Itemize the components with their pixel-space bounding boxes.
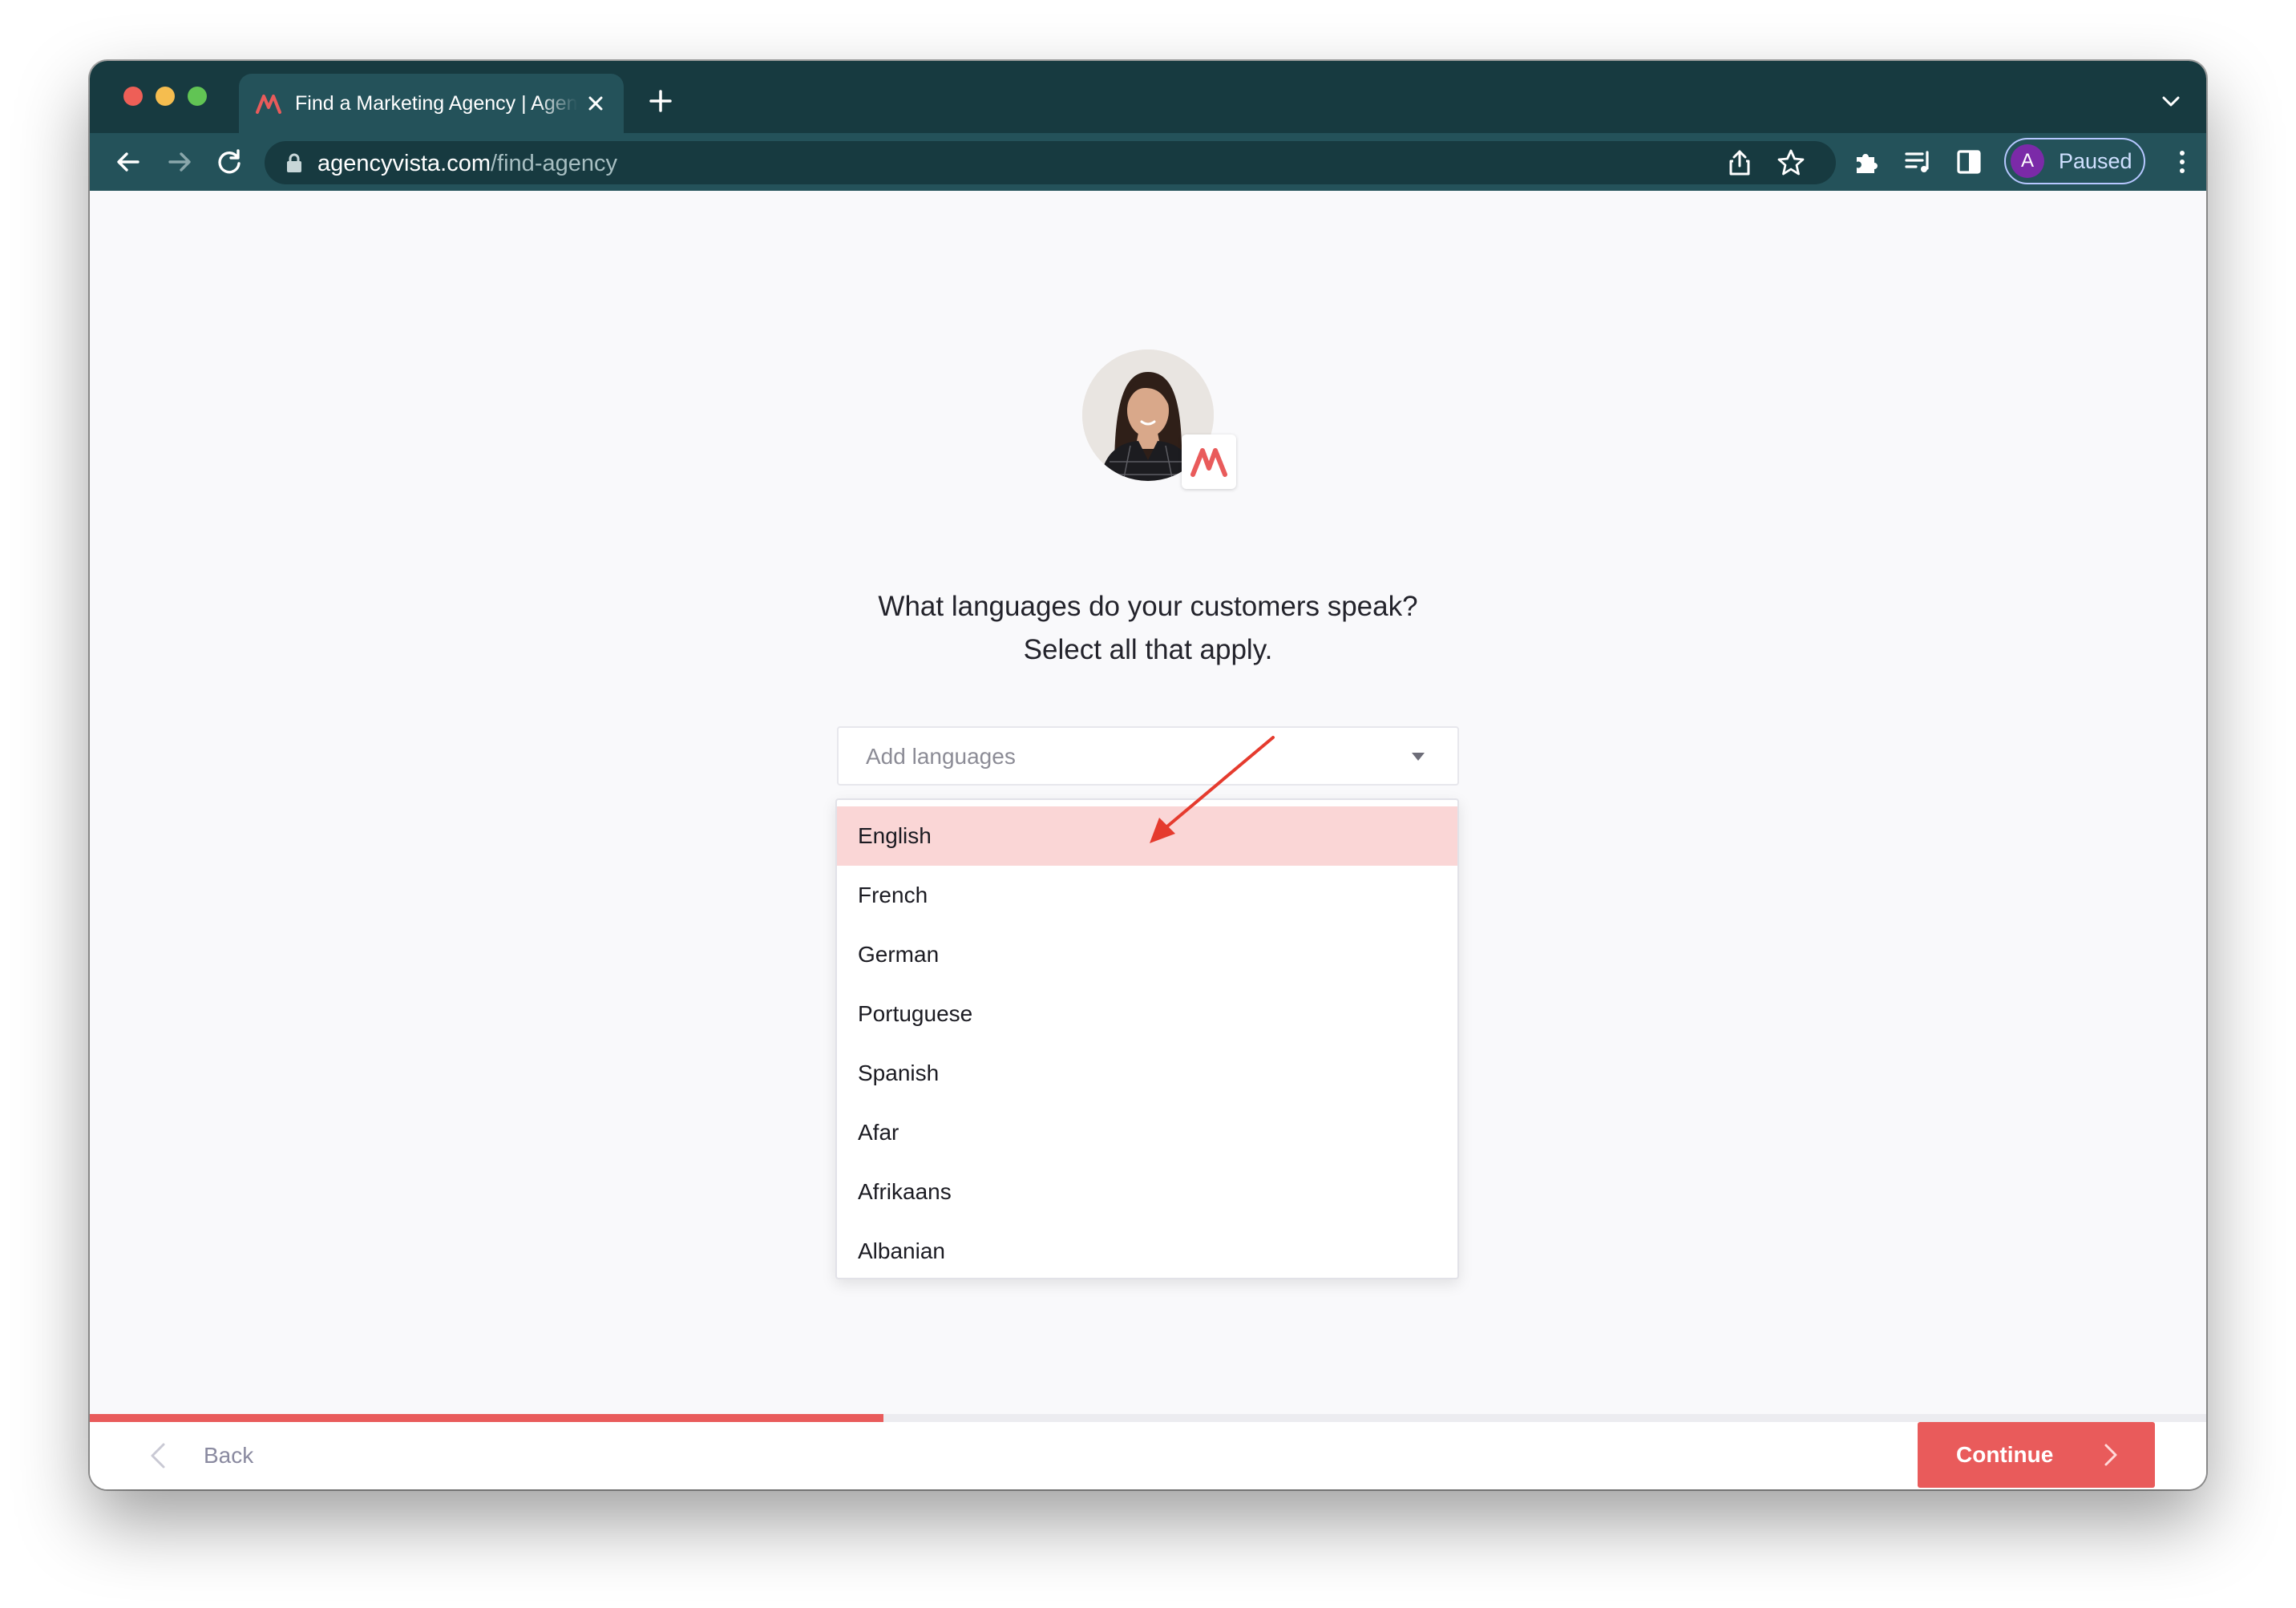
language-option-french[interactable]: French [837, 866, 1457, 925]
media-queue-icon[interactable] [1902, 146, 1934, 178]
language-select-placeholder: Add languages [866, 744, 1016, 769]
close-window-button[interactable] [123, 87, 143, 106]
question-line-2: Select all that apply. [1023, 634, 1273, 665]
consultant-avatar [1082, 349, 1236, 491]
caret-down-icon[interactable] [1411, 752, 1425, 762]
address-bar[interactable]: agencyvista.com/find-agency [265, 141, 1836, 184]
bookmark-star-icon[interactable] [1775, 147, 1807, 179]
profile-status: Paused [2059, 148, 2132, 173]
url-text: agencyvista.com/find-agency [317, 151, 617, 177]
profile-button[interactable]: A Paused [2004, 138, 2145, 184]
annotation-arrow-icon [1150, 736, 1275, 843]
browser-menu-icon[interactable] [2166, 146, 2198, 178]
reload-icon[interactable] [213, 146, 245, 178]
browser-toolbar: agencyvista.com/find-agency A Paused [90, 133, 2206, 191]
progress-track [90, 1414, 2206, 1422]
agency-vista-logo-icon [256, 95, 281, 114]
back-arrow-icon[interactable] [112, 146, 144, 178]
progress-fill [90, 1414, 883, 1422]
question-heading: What languages do your customers speak? … [90, 585, 2206, 672]
agency-vista-logo-icon [1190, 448, 1227, 477]
minimize-window-button[interactable] [156, 87, 175, 106]
language-option-portuguese[interactable]: Portuguese [837, 984, 1457, 1044]
continue-button[interactable]: Continue [1918, 1422, 2155, 1488]
close-tab-icon[interactable] [584, 91, 608, 115]
continue-label: Continue [1956, 1442, 2054, 1467]
chevron-left-icon [151, 1443, 165, 1469]
back-button[interactable]: Back [148, 1422, 253, 1489]
browser-window: Find a Marketing Agency | Agency Vista [90, 61, 2206, 1489]
language-dropdown-list: English French German Portuguese Spanish Afar… [835, 798, 1459, 1279]
browser-tab-active[interactable]: Find a Marketing Agency | Agency Vista [239, 74, 624, 133]
chevron-right-icon [2104, 1444, 2117, 1466]
language-option-afar[interactable]: Afar [837, 1103, 1457, 1162]
profile-avatar: A [2011, 144, 2044, 178]
language-option-german[interactable]: German [837, 925, 1457, 984]
tab-strip: Find a Marketing Agency | Agency Vista [90, 61, 2206, 133]
agency-vista-badge [1182, 434, 1236, 489]
share-icon[interactable] [1724, 147, 1756, 179]
extensions-puzzle-icon[interactable] [1850, 146, 1882, 178]
new-tab-icon[interactable] [646, 87, 675, 115]
lock-icon [287, 153, 301, 172]
page-content: What languages do your customers speak? … [90, 191, 2206, 1489]
side-panel-icon[interactable] [1953, 146, 1985, 178]
maximize-window-button[interactable] [188, 87, 207, 106]
back-label: Back [204, 1443, 254, 1468]
forward-arrow-icon[interactable] [164, 146, 196, 178]
question-line-1: What languages do your customers speak? [878, 591, 1418, 622]
language-option-spanish[interactable]: Spanish [837, 1044, 1457, 1103]
url-path: /find-agency [491, 151, 617, 176]
tab-title: Find a Marketing Agency | Agency Vista [295, 91, 577, 115]
chevron-down-icon[interactable] [2160, 91, 2182, 111]
url-host: agencyvista.com [317, 151, 491, 176]
language-option-afrikaans[interactable]: Afrikaans [837, 1162, 1457, 1222]
language-option-albanian[interactable]: Albanian [837, 1222, 1457, 1278]
footer-bar: Back Continue [90, 1422, 2206, 1489]
